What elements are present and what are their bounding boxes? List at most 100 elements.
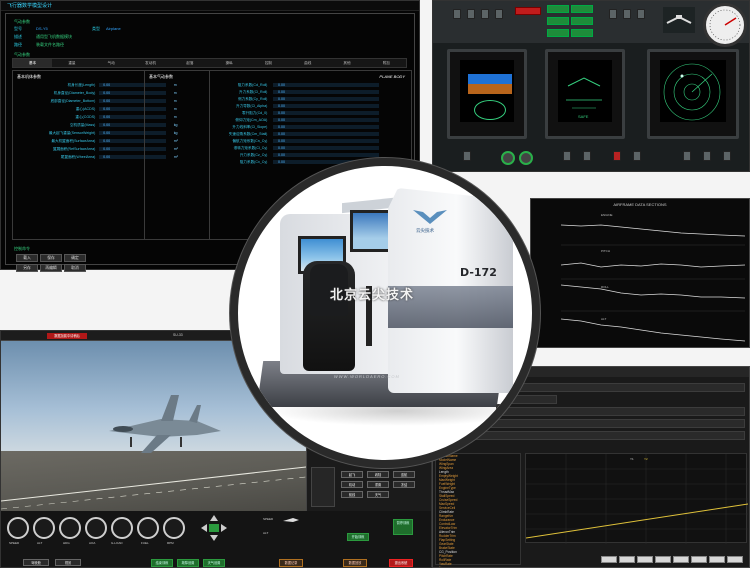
green-switch-1[interactable] [547, 5, 569, 13]
param-value[interactable]: 0.00 [278, 111, 285, 115]
exit-system-button[interactable]: 退出系统 [389, 559, 413, 567]
toggle-switch-1[interactable] [453, 9, 461, 19]
param-value[interactable]: 0.00 [103, 115, 110, 119]
tab-basic[interactable]: 基本 [13, 59, 53, 67]
file-value[interactable]: 装载文件名路径 [36, 42, 64, 48]
tab-control[interactable]: 操纵 [209, 59, 248, 67]
toggle-switch-4[interactable] [495, 9, 503, 19]
pause-training-button[interactable]: 暂停训练 [393, 519, 413, 535]
param-value[interactable]: 0.00 [278, 153, 285, 157]
toggle-switch-3[interactable] [481, 9, 489, 19]
toolbar-button-2[interactable] [619, 556, 635, 563]
panel-switch-7[interactable] [723, 151, 731, 161]
cancel-button[interactable]: 取消 [64, 264, 86, 272]
variable-list[interactable]: AircraftName ModelName WingSpan WingArea Len… [435, 453, 521, 567]
param-value[interactable]: 0.00 [103, 107, 110, 111]
panel-switch-red[interactable] [613, 151, 621, 161]
green-switch-5[interactable] [547, 29, 569, 37]
tab-law[interactable]: 控制 [249, 59, 288, 67]
panel-switch-6[interactable] [703, 151, 711, 161]
toolbar-button-8[interactable] [727, 556, 743, 563]
panel-switch-3[interactable] [583, 151, 591, 161]
param-value[interactable]: 0.00 [103, 155, 110, 159]
param-value[interactable]: 0.00 [278, 104, 285, 108]
cockpit-view-button[interactable]: 驾驶舱 [23, 559, 49, 566]
knob-1[interactable] [501, 151, 515, 165]
fault-setting-button[interactable]: 故障设置 [177, 559, 199, 567]
weather-button[interactable]: 天气 [367, 491, 389, 498]
param-value[interactable]: 0.00 [278, 97, 285, 101]
data-record-button[interactable]: 数据记录 [279, 559, 303, 567]
toolbar-button-7[interactable] [709, 556, 725, 563]
param-input[interactable] [272, 104, 380, 108]
toolbar-button-5[interactable] [673, 556, 689, 563]
param-value[interactable]: 0.00 [103, 147, 110, 151]
param-value[interactable]: 0.00 [278, 132, 285, 136]
tab-engine[interactable]: 发动机 [131, 59, 170, 67]
green-switch-6[interactable] [571, 29, 593, 37]
param-value[interactable]: 0.00 [103, 99, 110, 103]
param-value[interactable]: 0.00 [278, 125, 285, 129]
reset-button[interactable]: 重置 [367, 481, 389, 488]
master-caution-switch[interactable] [515, 7, 541, 15]
param-value[interactable]: 0.00 [103, 123, 110, 127]
toolbar-button-1[interactable] [601, 556, 617, 563]
param-input[interactable] [272, 111, 380, 115]
param-input[interactable] [272, 153, 380, 157]
param-value[interactable]: 0.00 [278, 83, 285, 87]
toggle-switch-2[interactable] [467, 9, 475, 19]
toggle-switch-6[interactable] [623, 9, 631, 19]
save-button[interactable]: 保存 [40, 254, 62, 262]
toolbar-button-6[interactable] [691, 556, 707, 563]
tab-extra[interactable]: 附加 [367, 59, 406, 67]
tab-aero[interactable]: 气动 [92, 59, 131, 67]
tab-weight[interactable]: 重量 [52, 59, 91, 67]
takeoff-button[interactable]: 起飞 [341, 471, 363, 478]
end-training-button[interactable]: 结束训练 [151, 559, 173, 567]
param-input[interactable] [272, 118, 380, 122]
param-value[interactable]: 0.00 [103, 131, 110, 135]
param-input[interactable] [272, 90, 380, 94]
tab-curve[interactable]: 曲线 [288, 59, 327, 67]
param-value[interactable]: 0.00 [278, 118, 285, 122]
param-input[interactable] [272, 97, 380, 101]
param-input[interactable] [272, 132, 380, 136]
param-value[interactable]: 0.00 [103, 91, 110, 95]
ok-button[interactable]: 确定 [64, 254, 86, 262]
param-input[interactable] [272, 125, 380, 129]
weather-setting-button[interactable]: 天气设置 [203, 559, 225, 567]
green-switch-4[interactable] [571, 17, 593, 25]
param-value[interactable]: 0.00 [103, 139, 110, 143]
toggle-switch-5[interactable] [609, 9, 617, 19]
edit-button[interactable]: 再编辑 [40, 264, 62, 272]
knob-2[interactable] [519, 151, 533, 165]
save-as-button[interactable]: 另存 [16, 264, 38, 272]
param-value[interactable]: 0.00 [103, 83, 110, 87]
param-input[interactable] [272, 139, 380, 143]
visual-view-button[interactable]: 视景 [55, 559, 81, 566]
start-training-button[interactable]: 开始训练 [347, 533, 369, 541]
green-switch-2[interactable] [571, 5, 593, 13]
param-value[interactable]: 0.00 [278, 160, 285, 164]
panel-switch-5[interactable] [683, 151, 691, 161]
model-value[interactable]: DS-Y5 [36, 26, 48, 31]
maneuver-button[interactable]: 机动 [341, 481, 363, 488]
landing-button[interactable]: 着陆 [367, 471, 389, 478]
sidebar-tabs[interactable] [311, 467, 335, 507]
route-button[interactable]: 航线 [341, 491, 363, 498]
data-replay-button[interactable]: 数据回放 [343, 559, 367, 567]
loading-status-button[interactable]: 数据加载中请稍后 [47, 333, 87, 339]
toggle-switch-7[interactable] [637, 9, 645, 19]
param-value[interactable]: 0.00 [278, 90, 285, 94]
toolbar-button-4[interactable] [655, 556, 671, 563]
load-button[interactable]: 载入 [16, 254, 38, 262]
param-input[interactable] [272, 146, 380, 150]
green-switch-3[interactable] [547, 17, 569, 25]
panel-switch-1[interactable] [463, 151, 471, 161]
panel-switch-4[interactable] [633, 151, 641, 161]
param-input[interactable] [272, 83, 380, 87]
tab-other[interactable]: 其他 [327, 59, 366, 67]
dpad-icon[interactable] [201, 515, 227, 541]
panel-switch-2[interactable] [563, 151, 571, 161]
type-value[interactable]: Airplane [106, 26, 121, 31]
